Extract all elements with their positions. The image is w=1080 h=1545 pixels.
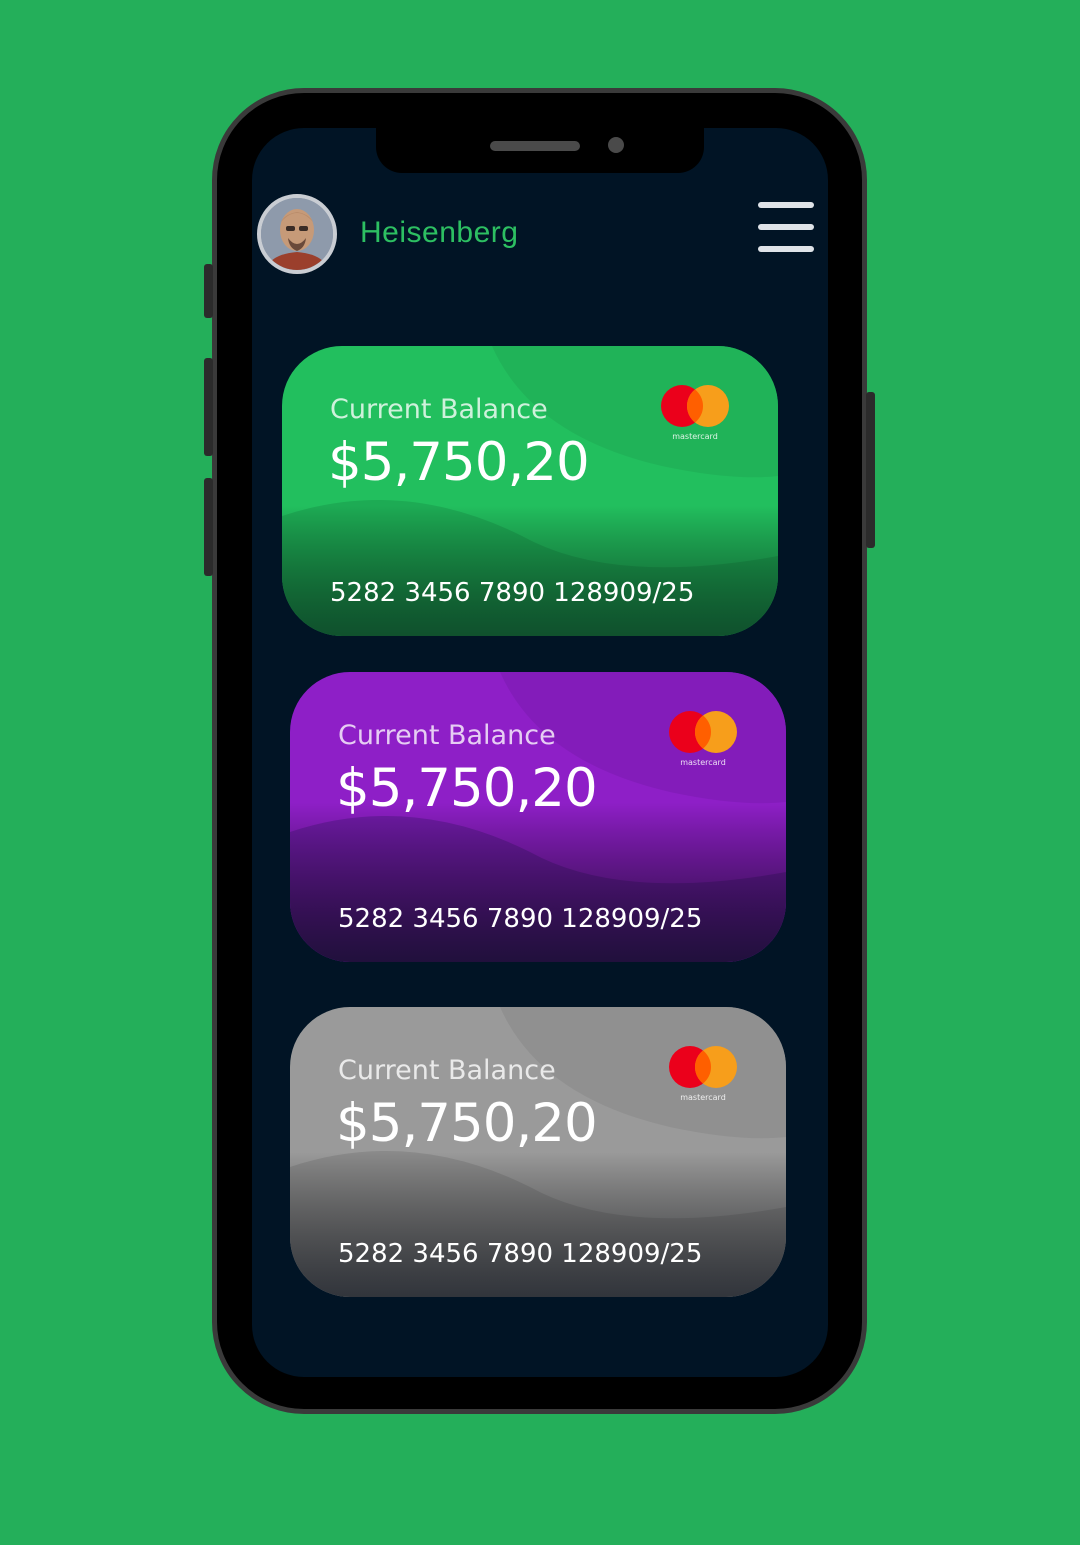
card-balance-label: Current Balance — [330, 394, 548, 425]
phone-volume-up-button — [204, 358, 213, 456]
card-number: 5282 3456 7890 128909/25 — [330, 578, 695, 608]
mastercard-wordmark: mastercard — [680, 1093, 726, 1102]
phone-power-button — [866, 392, 875, 548]
user-avatar[interactable] — [257, 194, 337, 274]
card-purple[interactable]: Current Balance $5,750,20 5282 3456 7890… — [290, 672, 786, 962]
speaker-grille — [490, 141, 580, 151]
front-camera — [608, 137, 624, 153]
card-number: 5282 3456 7890 128909/25 — [338, 1239, 703, 1269]
card-balance-amount: $5,750,20 — [336, 758, 598, 819]
username-label: Heisenberg — [360, 216, 519, 249]
card-green[interactable]: Current Balance $5,750,20 5282 3456 7890… — [282, 346, 778, 636]
mastercard-wordmark: mastercard — [680, 758, 726, 767]
phone-mute-switch — [204, 264, 213, 318]
card-number: 5282 3456 7890 128909/25 — [338, 904, 703, 934]
card-balance-label: Current Balance — [338, 1055, 556, 1086]
mastercard-logo-icon: mastercard — [666, 1045, 740, 1107]
menu-bar-bottom — [758, 246, 814, 252]
phone-notch — [376, 128, 704, 173]
phone-volume-down-button — [204, 478, 213, 576]
menu-bar-top — [758, 202, 814, 208]
hamburger-menu-icon[interactable] — [758, 200, 814, 254]
card-balance-amount: $5,750,20 — [328, 432, 590, 493]
mastercard-logo-icon: mastercard — [666, 710, 740, 772]
mastercard-logo-icon: mastercard — [658, 384, 732, 446]
mastercard-wordmark: mastercard — [672, 432, 718, 441]
card-balance-label: Current Balance — [338, 720, 556, 751]
menu-bar-middle — [758, 224, 814, 230]
app-screen: Heisenberg Current Balance $5,750,20 528… — [252, 128, 828, 1377]
card-gray[interactable]: Current Balance $5,750,20 5282 3456 7890… — [290, 1007, 786, 1297]
card-balance-amount: $5,750,20 — [336, 1093, 598, 1154]
